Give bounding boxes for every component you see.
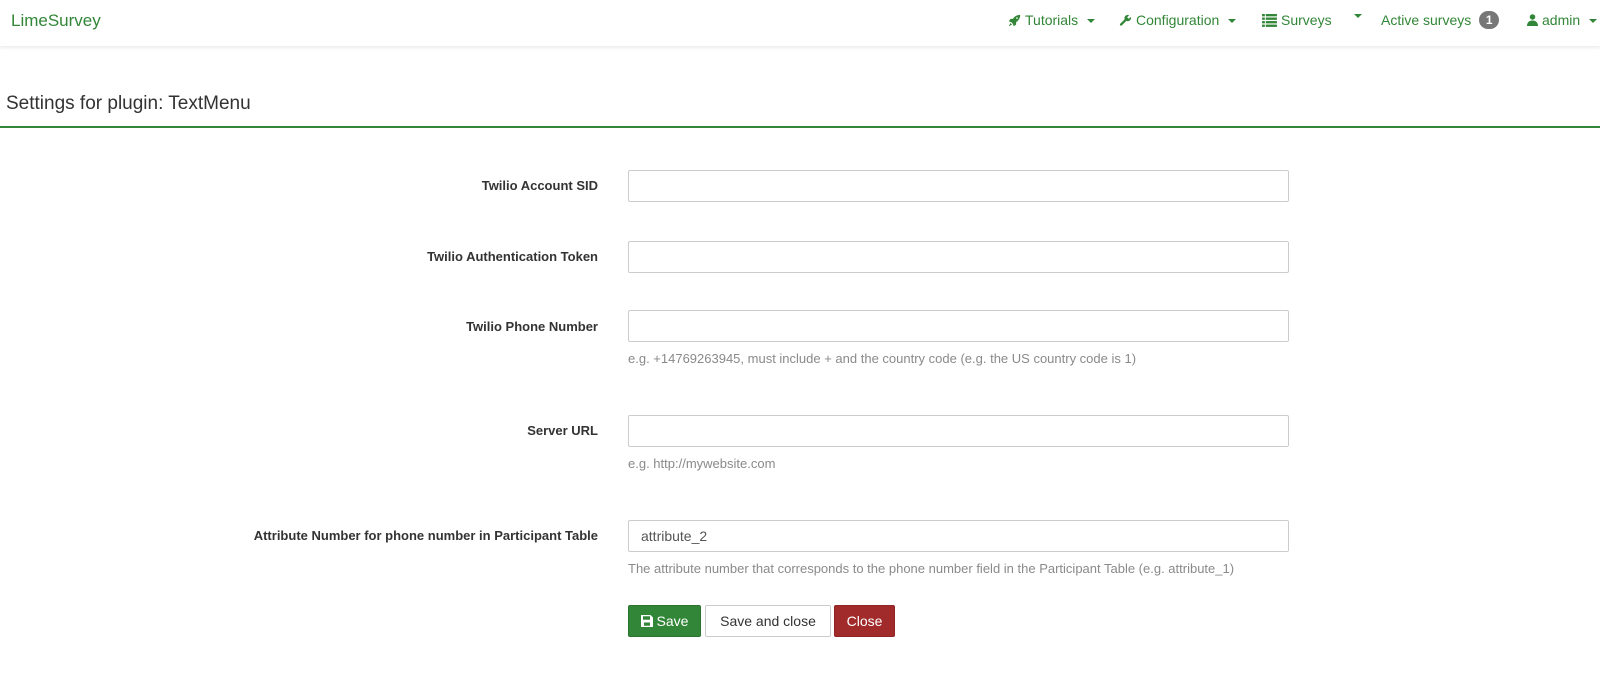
nav-surveys-label: Surveys [1281, 12, 1332, 28]
list-icon [1262, 13, 1277, 27]
close-button[interactable]: Close [834, 605, 895, 637]
nav-tutorials-label: Tutorials [1025, 12, 1079, 28]
caret-down-icon [1228, 19, 1237, 23]
nav-user-label: admin [1542, 12, 1581, 28]
phone-number-input[interactable] [628, 310, 1289, 342]
nav-active-surveys-label: Active surveys [1381, 12, 1472, 28]
nav-tutorials[interactable]: Tutorials [1008, 12, 1096, 28]
server-url-label: Server URL [527, 423, 598, 438]
auth-token-label: Twilio Authentication Token [427, 249, 598, 264]
page-title: Settings for plugin: TextMenu [6, 93, 251, 114]
nav-configuration[interactable]: Configuration [1119, 12, 1237, 28]
phone-number-label: Twilio Phone Number [466, 319, 598, 334]
nav-user-menu[interactable]: admin [1527, 12, 1598, 28]
title-divider [0, 126, 1600, 128]
attribute-number-help: The attribute number that corresponds to… [628, 561, 1235, 576]
floppy-disk-icon [640, 615, 653, 627]
account-sid-label: Twilio Account SID [481, 178, 598, 193]
attribute-number-input[interactable] [628, 520, 1289, 552]
save-and-close-button[interactable]: Save and close [705, 605, 831, 637]
user-icon [1527, 14, 1538, 26]
phone-number-help: e.g. +14769263945, must include + and th… [628, 351, 1137, 366]
attribute-number-label: Attribute Number for phone number in Par… [253, 528, 598, 543]
save-button-label: Save [656, 613, 689, 629]
active-surveys-count-badge: 1 [1479, 11, 1500, 29]
surveys-dropdown-toggle[interactable] [1349, 12, 1362, 18]
caret-down-icon [1087, 19, 1096, 23]
wrench-icon [1119, 14, 1132, 27]
caret-down-icon [1589, 19, 1598, 23]
nav-configuration-label: Configuration [1136, 12, 1220, 28]
caret-down-icon [1354, 14, 1362, 18]
rocket-icon [1008, 14, 1021, 27]
account-sid-input[interactable] [628, 170, 1289, 202]
brand-logo[interactable]: LimeSurvey [11, 11, 101, 31]
save-button[interactable]: Save [628, 605, 701, 637]
server-url-help: e.g. http://mywebsite.com [628, 456, 776, 471]
server-url-input[interactable] [628, 415, 1289, 447]
top-navbar: LimeSurvey Tutorials Configuration Surve… [0, 0, 1600, 47]
auth-token-input[interactable] [628, 241, 1289, 273]
nav-active-surveys[interactable]: Active surveys 1 [1381, 11, 1500, 29]
nav-surveys[interactable]: Surveys [1262, 12, 1332, 28]
